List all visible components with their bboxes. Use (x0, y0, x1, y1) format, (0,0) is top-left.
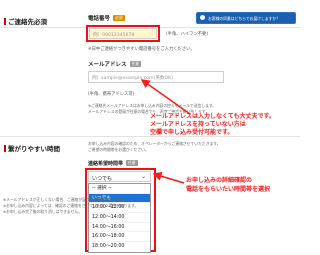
annotation-arrows (140, 79, 191, 184)
time-arrow (152, 171, 185, 184)
email-arrow (140, 79, 191, 115)
